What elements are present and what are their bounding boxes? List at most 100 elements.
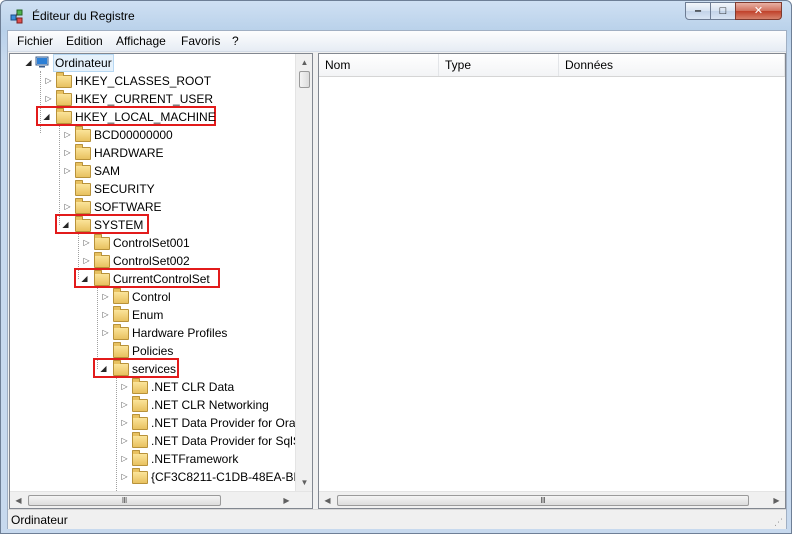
expand-icon[interactable]: ▷ [44,90,53,108]
expand-icon[interactable]: ▷ [44,72,53,90]
folder-icon [75,162,91,178]
tree-node-bcd[interactable]: ▷ BCD00000000 [10,126,295,144]
expand-icon[interactable]: ▷ [120,378,129,396]
tree-node-security[interactable]: SECURITY [10,180,295,198]
folder-icon [132,396,148,412]
scroll-thumb[interactable]: Ⅲ [28,495,221,506]
menu-fichier[interactable]: Fichier [17,34,53,48]
minimize-button[interactable]: ‒ [685,2,711,20]
folder-icon [94,252,110,268]
folder-icon [94,270,110,286]
folder-icon [56,72,72,88]
expand-icon[interactable]: ▷ [120,432,129,450]
scroll-right-icon[interactable]: ▶ [278,492,295,508]
tree-label-computer: Ordinateur [53,54,114,72]
scroll-right-icon[interactable]: ▶ [768,492,785,508]
menu-favoris[interactable]: Favoris [181,34,220,48]
tree-node-service[interactable]: ▷ .NET Data Provider for Orac [10,414,302,432]
tree-label: BCD00000000 [94,128,173,142]
tree-node-system[interactable]: ◢ SYSTEM [10,214,295,234]
tree-label: HKEY_CURRENT_USER [75,92,214,106]
tree-label: .NET CLR Networking [151,398,269,412]
collapse-icon[interactable]: ◢ [24,54,33,72]
client-area: Fichier Edition Affichage Favoris ? ◢ Or… [7,30,787,529]
menu-help[interactable]: ? [232,34,239,48]
tree-node-hkcu[interactable]: ▷ HKEY_CURRENT_USER [10,90,295,108]
folder-icon [75,180,91,196]
tree-node-controlset002[interactable]: ▷ ControlSet002 [10,252,295,270]
expand-icon[interactable]: ▷ [101,306,110,324]
window-title: Éditeur du Registre [32,9,135,23]
tree-node-hardware-profiles[interactable]: ▷ Hardware Profiles [10,324,295,342]
tree-node-service[interactable]: ▷ .NET CLR Data [10,378,295,396]
scroll-down-icon[interactable]: ▼ [296,474,312,491]
expand-icon[interactable]: ▷ [63,162,72,180]
expand-icon[interactable]: ▷ [120,396,129,414]
title-bar[interactable]: Éditeur du Registre ‒ □ ✕ [1,1,791,31]
tree-label: HARDWARE [94,146,164,160]
tree-node-computer[interactable]: ◢ Ordinateur [10,54,295,72]
folder-icon [56,108,72,124]
computer-icon [35,56,49,68]
scroll-thumb[interactable]: Ⅲ [337,495,749,506]
tree-vertical-scrollbar[interactable]: ▲ ▼ [295,54,312,491]
tree-label: HKEY_CLASSES_ROOT [75,74,212,88]
tree-label: Enum [132,308,164,322]
resize-grip-icon[interactable]: ⋰ [774,517,784,527]
tree-node-currentcontrolset[interactable]: ◢ CurrentControlSet [10,268,295,288]
key-tree-pane[interactable]: ◢ Ordinateur ▷ HKEY_CLASSES_ROOT ▷ HKEY_… [9,53,313,509]
tree-label: SYSTEM [94,218,144,232]
collapse-icon[interactable]: ◢ [99,360,108,378]
tree-node-policies[interactable]: Policies [10,342,295,360]
tree-node-service[interactable]: ▷ .NETFramework [10,450,295,468]
tree-node-sam[interactable]: ▷ SAM [10,162,295,180]
expand-icon[interactable]: ▷ [63,126,72,144]
expand-icon[interactable]: ▷ [82,252,91,270]
list-horizontal-scrollbar[interactable]: ◀ Ⅲ ▶ [319,491,785,508]
expand-icon[interactable]: ▷ [120,450,129,468]
tree-node-service[interactable]: ▷ .NET CLR Networking [10,396,295,414]
tree-node-hklm[interactable]: ◢ HKEY_LOCAL_MACHINE [10,106,295,126]
close-button[interactable]: ✕ [735,2,782,20]
expand-icon[interactable]: ▷ [120,414,129,432]
tree-horizontal-scrollbar[interactable]: ◀ Ⅲ ▶ [10,491,312,508]
expand-icon[interactable]: ▷ [82,234,91,252]
expand-icon[interactable]: ▷ [63,144,72,162]
folder-icon [132,450,148,466]
maximize-icon: □ [719,5,727,17]
scroll-thumb[interactable] [299,71,310,88]
maximize-button[interactable]: □ [710,2,736,20]
values-list-pane[interactable]: Nom Type Données ◀ Ⅲ ▶ [318,53,786,509]
folder-icon [113,360,129,376]
collapse-icon[interactable]: ◢ [80,270,89,288]
expand-icon[interactable]: ▷ [63,198,72,216]
scroll-up-icon[interactable]: ▲ [296,54,312,71]
menu-edition[interactable]: Edition [66,34,103,48]
tree-node-software[interactable]: ▷ SOFTWARE [10,198,295,216]
collapse-icon[interactable]: ◢ [42,108,51,126]
tree-node-hkcr[interactable]: ▷ HKEY_CLASSES_ROOT [10,72,295,90]
tree-label: ControlSet002 [113,254,190,268]
folder-icon [113,342,129,358]
tree-node-control[interactable]: ▷ Control [10,288,295,306]
menu-affichage[interactable]: Affichage [116,34,166,48]
status-path: Ordinateur [11,513,68,527]
tree-label: .NET CLR Data [151,380,235,394]
tree-node-enum[interactable]: ▷ Enum [10,306,295,324]
tree-node-hardware[interactable]: ▷ HARDWARE [10,144,295,162]
collapse-icon[interactable]: ◢ [61,216,70,234]
scroll-left-icon[interactable]: ◀ [10,492,27,508]
expand-icon[interactable]: ▷ [101,324,110,342]
tree-node-controlset001[interactable]: ▷ ControlSet001 [10,234,295,252]
column-name[interactable]: Nom [319,54,439,76]
tree-node-services[interactable]: ◢ services [10,358,295,378]
tree-node-service[interactable]: ▷ .NET Data Provider for SqlSe [10,432,308,450]
folder-icon [132,468,148,484]
column-data[interactable]: Données [559,54,785,76]
column-type[interactable]: Type [439,54,559,76]
tree-node-service[interactable]: ▷ {CF3C8211-C1DB-48EA-BD5 [10,468,309,486]
expand-icon[interactable]: ▷ [120,468,129,486]
expand-icon[interactable]: ▷ [101,288,110,306]
scroll-left-icon[interactable]: ◀ [319,492,336,508]
column-header: Nom Type Données [319,54,785,77]
